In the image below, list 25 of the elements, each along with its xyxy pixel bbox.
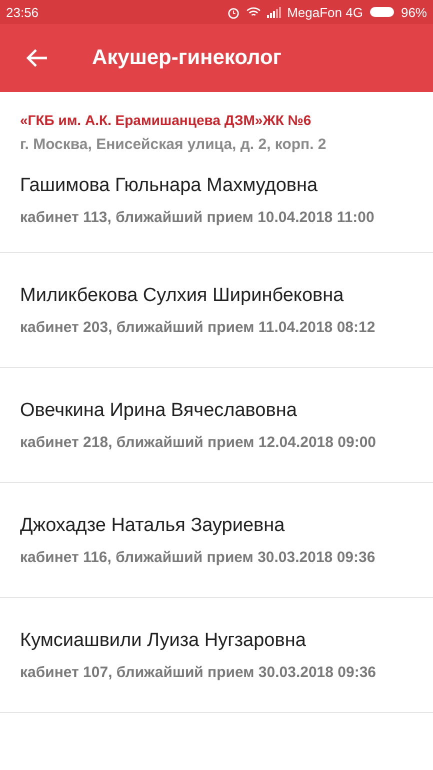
doctor-item[interactable]: Кумсиашвили Луиза Нугзаровна кабинет 107, ближайший прием 30.03.2018 09:36 xyxy=(0,598,433,713)
doctor-name: Кумсиашвили Луиза Нугзаровна xyxy=(20,630,307,652)
doctor-item[interactable]: Джохадзе Наталья Зауриевна кабинет 116, ближайший прием 30.03.2018 09:36 xyxy=(0,483,433,598)
appointment-details: кабинет 113, ближайший прием 10.04.2018 11:00 xyxy=(20,209,376,226)
doctor-name: Овечкина Ирина Вячеславовна xyxy=(20,400,298,422)
alarm-icon xyxy=(227,6,240,18)
doctor-name: Гашимова Гюльнара Махмудовна xyxy=(20,175,319,197)
screen-title: Акушер-гинеколог xyxy=(92,46,282,70)
signal-icon xyxy=(267,6,282,18)
battery-icon xyxy=(368,6,395,18)
clinic-name: «ГКБ им. А.К. Ерамишанцева ДЗМ»ЖК №6 xyxy=(20,112,312,128)
clock: 23:56 xyxy=(6,4,39,20)
wifi-icon xyxy=(246,6,262,18)
appointment-details: кабинет 218, ближайший прием 12.04.2018 09:00 xyxy=(20,434,378,451)
appointment-details: кабинет 203, ближайший прием 11.04.2018 08:12 xyxy=(20,319,376,336)
doctor-item[interactable]: Гашимова Гюльнара Махмудовна кабинет 113, ближайший прием 10.04.2018 11:00 xyxy=(0,153,433,253)
carrier-name: MegaFon 4G xyxy=(287,4,363,20)
clinic-address: г. Москва, Енисейская улица, д. 2, корп. 2 xyxy=(20,136,328,153)
doctor-item[interactable]: Овечкина Ирина Вячеславовна кабинет 218, ближайший прием 12.04.2018 09:00 xyxy=(0,368,433,483)
doctor-item[interactable]: Миликбекова Сулхия Ширинбековна кабинет 203, ближайший прием 11.04.2018 08:12 xyxy=(0,253,433,368)
battery-level: 96% xyxy=(400,4,427,20)
doctor-name: Миликбекова Сулхия Ширинбековна xyxy=(20,285,345,307)
doctor-name: Джохадзе Наталья Зауриевна xyxy=(20,515,286,537)
appointment-details: кабинет 107, ближайший прием 30.03.2018 09:36 xyxy=(20,664,378,681)
appointment-details: кабинет 116, ближайший прием 30.03.2018 09:36 xyxy=(20,549,376,566)
